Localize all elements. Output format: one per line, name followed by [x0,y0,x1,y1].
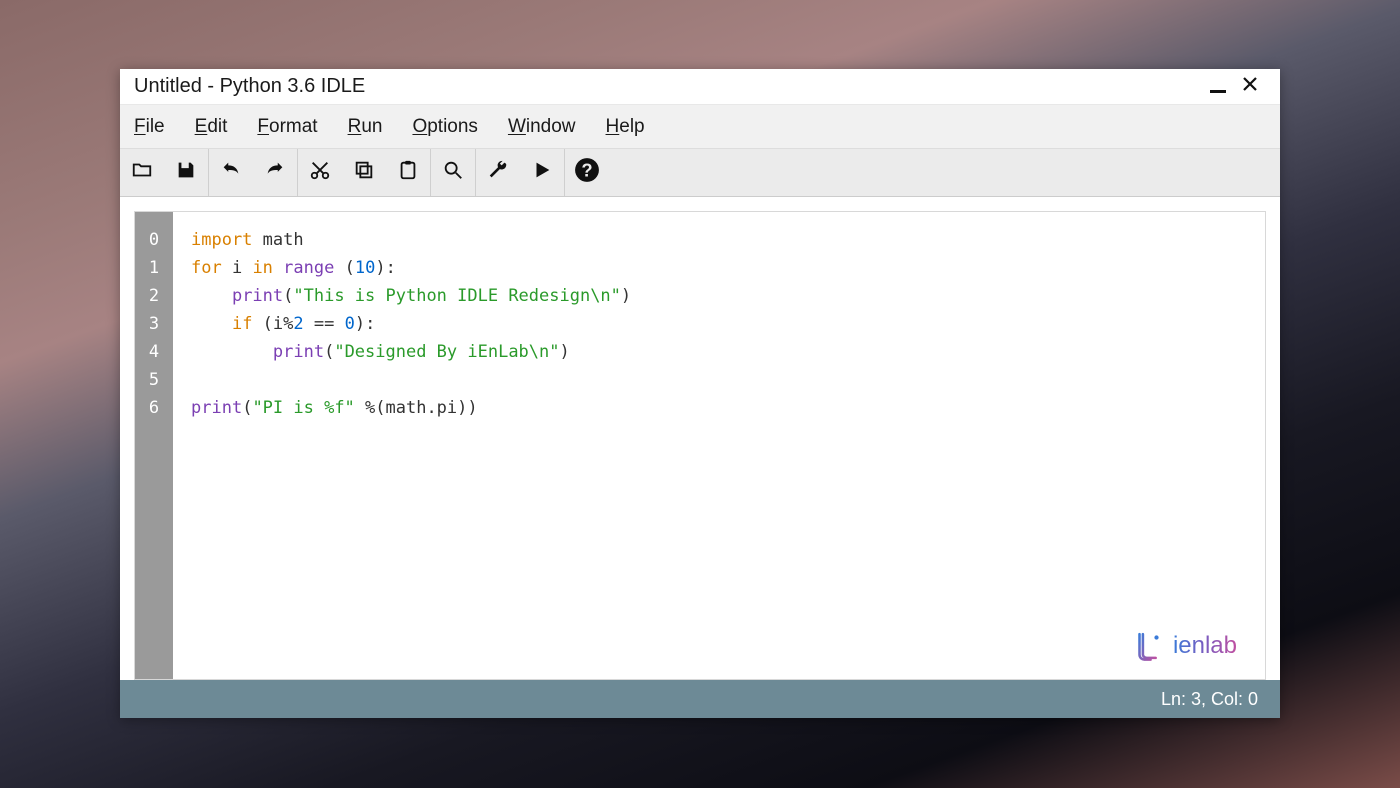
minimize-icon [1210,90,1226,93]
watermark: ienlab [1131,629,1237,663]
menu-run[interactable]: Run [348,116,383,138]
play-icon [531,159,553,186]
line-number: 2 [135,282,173,310]
save-button[interactable] [164,149,208,196]
titlebar: Untitled - Python 3.6 IDLE [120,69,1280,105]
redo-button[interactable] [253,149,297,196]
undo-icon [220,159,242,186]
window-title: Untitled - Python 3.6 IDLE [134,75,1202,98]
ienlab-logo-icon [1131,629,1165,663]
toolbar: ? [120,149,1280,197]
line-number: 3 [135,310,173,338]
code-editor[interactable]: 0 1 2 3 4 5 6 import math for i in range… [134,211,1266,680]
cut-button[interactable] [298,149,342,196]
close-button[interactable] [1234,71,1266,103]
wrench-icon [487,159,509,186]
menu-file[interactable]: File [134,116,165,138]
save-icon [175,159,197,186]
folder-open-icon [131,159,153,186]
search-icon [442,159,464,186]
help-button[interactable]: ? [565,149,609,196]
line-number: 1 [135,254,173,282]
open-button[interactable] [120,149,164,196]
line-number: 5 [135,366,173,394]
close-icon [1241,75,1259,99]
line-number: 4 [135,338,173,366]
help-icon: ? [574,157,600,188]
copy-icon [353,159,375,186]
menu-window[interactable]: Window [508,116,576,138]
app-window: Untitled - Python 3.6 IDLE File Edit For… [120,69,1280,718]
run-button[interactable] [520,149,564,196]
code-content[interactable]: import math for i in range (10): print("… [173,212,649,679]
paste-button[interactable] [386,149,430,196]
status-bar: Ln: 3, Col: 0 [120,680,1280,718]
menu-options[interactable]: Options [412,116,477,138]
copy-button[interactable] [342,149,386,196]
editor-area: 0 1 2 3 4 5 6 import math for i in range… [120,197,1280,680]
cursor-position: Ln: 3, Col: 0 [1161,689,1258,710]
redo-icon [264,159,286,186]
menu-bar: File Edit Format Run Options Window Help [120,105,1280,149]
watermark-text: ienlab [1173,632,1237,660]
line-number: 0 [135,226,173,254]
line-number: 6 [135,394,173,422]
paste-icon [397,159,419,186]
menu-edit[interactable]: Edit [195,116,228,138]
line-gutter: 0 1 2 3 4 5 6 [135,212,173,679]
svg-text:?: ? [581,160,592,181]
menu-help[interactable]: Help [606,116,645,138]
menu-format[interactable]: Format [257,116,317,138]
minimize-button[interactable] [1202,71,1234,103]
search-button[interactable] [431,149,475,196]
settings-button[interactable] [476,149,520,196]
undo-button[interactable] [209,149,253,196]
cut-icon [309,159,331,186]
